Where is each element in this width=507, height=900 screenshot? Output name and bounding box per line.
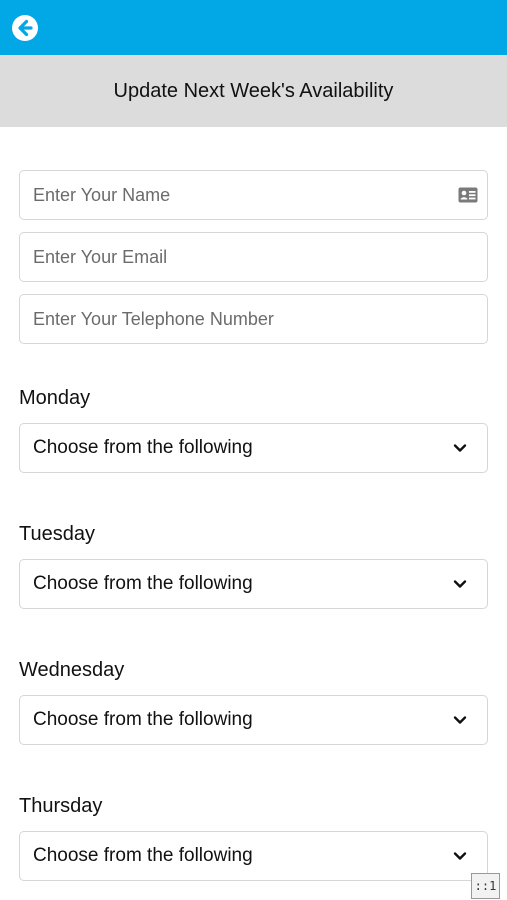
tuesday-select[interactable]: Choose from the following — [19, 559, 488, 609]
email-field — [19, 232, 488, 282]
chevron-down-icon — [453, 444, 467, 452]
tuesday-select-value: Choose from the following — [33, 573, 253, 594]
wednesday-label: Wednesday — [19, 659, 125, 681]
monday-select[interactable]: Choose from the following — [19, 423, 488, 473]
page-title: Update Next Week's Availability — [113, 79, 394, 102]
phone-input[interactable] — [20, 295, 487, 343]
thursday-select[interactable]: Choose from the following — [19, 831, 488, 881]
phone-field — [19, 294, 488, 344]
chevron-down-icon — [453, 852, 467, 860]
wednesday-select[interactable]: Choose from the following — [19, 695, 488, 745]
email-input[interactable] — [20, 233, 487, 281]
contact-card-icon — [458, 187, 478, 203]
name-input[interactable] — [20, 171, 487, 219]
wednesday-select-value: Choose from the following — [33, 709, 253, 730]
thursday-label: Thursday — [19, 795, 103, 817]
monday-select-value: Choose from the following — [33, 437, 253, 458]
monday-label: Monday — [19, 387, 91, 409]
thursday-select-value: Choose from the following — [33, 845, 253, 866]
tuesday-label: Tuesday — [19, 523, 95, 545]
chevron-down-icon — [453, 716, 467, 724]
chevron-down-icon — [453, 580, 467, 588]
top-app-bar — [0, 0, 507, 55]
page-title-bar: Update Next Week's Availability — [0, 55, 507, 127]
back-arrow-icon[interactable] — [10, 13, 40, 43]
availability-form: Monday Choose from the following Tuesday… — [0, 127, 507, 881]
corner-badge: ::1 — [471, 873, 500, 899]
name-field — [19, 170, 488, 220]
